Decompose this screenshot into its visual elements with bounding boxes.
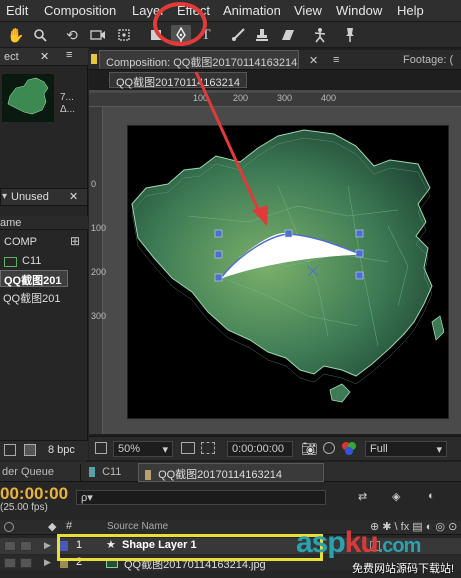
watermark-logo-part: ku — [344, 526, 379, 559]
watermark-logo-part: asp — [296, 526, 346, 559]
annotation-arrow — [194, 71, 268, 226]
watermark: aspku.com 免费网站源码下载站! — [294, 526, 461, 578]
watermark-logo-part: .com — [377, 535, 422, 557]
annotation-highlight-box — [57, 534, 323, 561]
after-effects-window: Edit Composition Layer Effect Animation … — [0, 0, 461, 578]
watermark-logo: aspku.com — [296, 526, 422, 560]
watermark-tagline: 免费网站源码下载站! — [352, 563, 455, 575]
